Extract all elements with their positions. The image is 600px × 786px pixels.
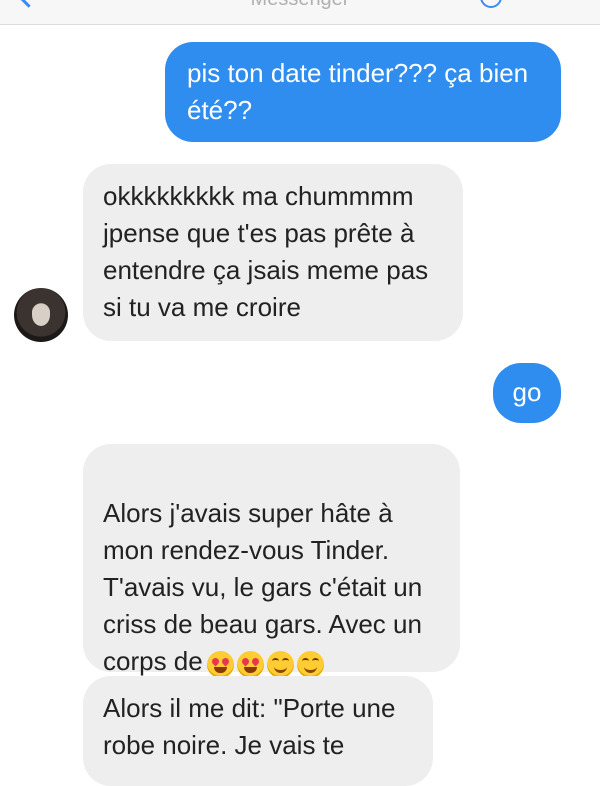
smiling-emoji-icon	[296, 651, 324, 679]
incoming-message-bubble[interactable]: Alors j'avais super hâte à mon rendez-vo…	[83, 444, 460, 679]
heart-eyes-emoji-icon	[236, 651, 264, 679]
incoming-message-bubble[interactable]: okkkkkkkkk ma chummmm jpense que t'es pa…	[83, 164, 463, 341]
heart-eyes-emoji-icon	[206, 651, 234, 679]
conversation-title: Messenger	[0, 0, 600, 11]
avatar-face	[32, 304, 50, 326]
incoming-message-bubble[interactable]: Alors il me dit: "Porte une robe noire. …	[83, 676, 433, 786]
outgoing-message-bubble[interactable]: pis ton date tinder??? ça bien été??	[165, 42, 561, 142]
outgoing-message-bubble[interactable]: go	[493, 363, 561, 423]
yum-emoji-icon	[266, 651, 294, 679]
navigation-bar: Messenger	[0, 0, 600, 25]
contact-avatar[interactable]	[14, 288, 68, 342]
